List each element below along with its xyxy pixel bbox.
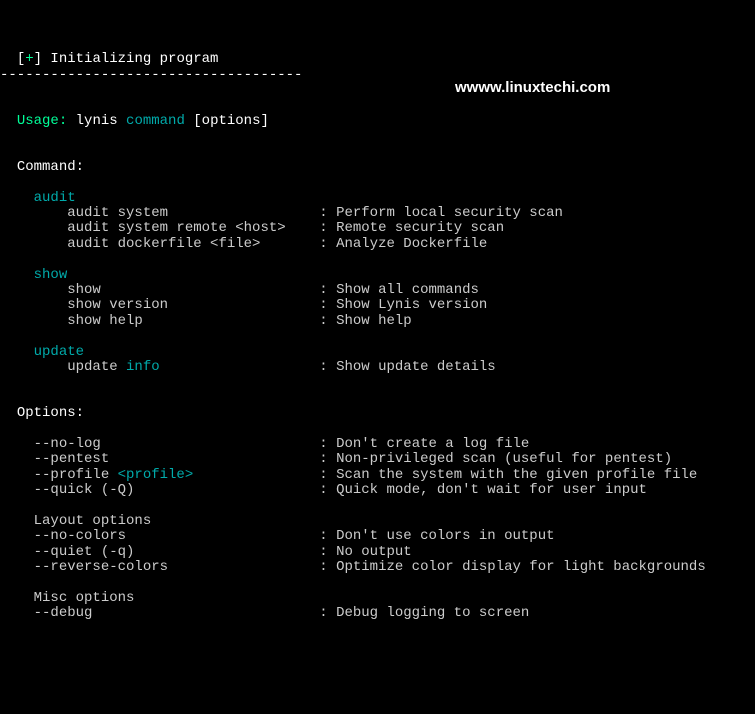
opt-revcolors-flag: --reverse-colors [34,559,168,575]
show-help-desc: Show help [336,313,412,329]
audit-docker-desc: Analyze Dockerfile [336,236,487,252]
opt-profile-desc: Scan the system with the given profile f… [336,467,697,483]
misc-options-header: Misc options [34,590,135,606]
rule-line-1: ------------------------------------ [0,68,755,83]
opt-quiet-desc: No output [336,544,412,560]
opt-quick-desc: Quick mode, don't wait for user input [336,482,647,498]
plus-icon: + [25,51,33,67]
audit-label: audit [34,190,76,206]
usage-label: Usage: [17,113,67,129]
audit-docker-cmd: audit dockerfile <file> [67,236,260,252]
audit-remote-cmd: audit system remote <host> [67,220,285,236]
opt-pentest-desc: Non-privileged scan (useful for pentest) [336,451,672,467]
opt-nolog-flag: --no-log [34,436,101,452]
opt-profile-flag-1: --profile [34,467,118,483]
audit-system-cmd: audit system [67,205,168,221]
show-version-desc: Show Lynis version [336,297,487,313]
update-info-desc: Show update details [336,359,496,375]
opt-pentest-flag: --pentest [34,451,110,467]
bracket-open: [ [17,51,25,67]
options-header: Options: [17,405,84,421]
opt-nolog-desc: Don't create a log file [336,436,529,452]
audit-remote-desc: Remote security scan [336,220,504,236]
audit-system-desc: Perform local security scan [336,205,563,221]
command-header: Command: [17,159,84,175]
bracket-close: ] [34,51,42,67]
update-info-cmd-1: update [67,359,126,375]
layout-options-header: Layout options [34,513,152,529]
opt-revcolors-desc: Optimize color display for light backgro… [336,559,706,575]
opt-profile-flag-2: <profile> [118,467,194,483]
show-help-cmd: show help [67,313,143,329]
init-title: Initializing program [42,51,218,67]
opt-quick-flag: --quick (-Q) [34,482,135,498]
show-cmd: show [67,282,101,298]
opt-quiet-flag: --quiet (-q) [34,544,135,560]
usage-command: command [126,113,185,129]
update-label: update [34,344,84,360]
show-version-cmd: show version [67,297,168,313]
show-label: show [34,267,68,283]
opt-debug-desc: Debug logging to screen [336,605,529,621]
opt-nocolors-flag: --no-colors [34,528,126,544]
opt-nocolors-desc: Don't use colors in output [336,528,554,544]
opt-debug-flag: --debug [34,605,93,621]
update-info-cmd-2: info [126,359,160,375]
usage-prog: lynis [67,113,126,129]
terminal-output: [+] Initializing program----------------… [0,46,755,621]
usage-options: [options] [185,113,269,129]
show-desc: Show all commands [336,282,479,298]
watermark-text: wwww.linuxtechi.com [455,80,610,97]
